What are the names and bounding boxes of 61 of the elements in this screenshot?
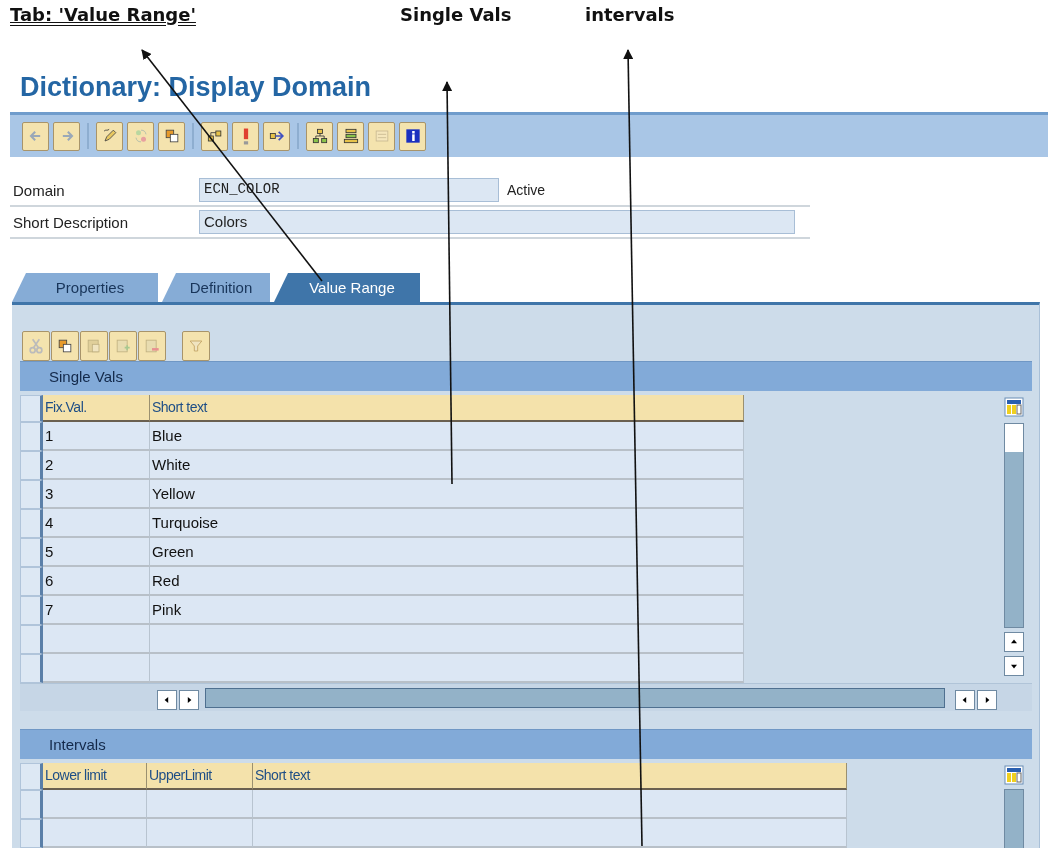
section-header: Single Vals [20,361,1032,391]
annotation-label: intervals [585,4,675,25]
scroll-left-button[interactable] [157,689,177,710]
row-selector[interactable] [20,790,43,819]
scrollbar[interactable] [205,687,945,708]
table-cell: White [150,451,744,480]
toolbar-button[interactable] [306,121,333,151]
row-selector[interactable] [20,395,43,422]
column-settings-icon[interactable] [1004,765,1024,785]
table-cell: 1 [43,422,150,451]
table-cell: 2 [43,451,150,480]
page-title: Dictionary: Display Domain [20,72,373,104]
column-settings-icon[interactable] [1004,397,1024,417]
table-cell: 6 [43,567,150,596]
table-cell: 5 [43,538,150,567]
scissors-icon [26,336,46,356]
scroll-up-button[interactable] [1004,632,1024,652]
table-cell: Yellow [150,480,744,509]
row-selector[interactable] [20,538,43,567]
field-label: Short Description [12,213,130,231]
scrollbar[interactable] [1004,423,1024,628]
row-selector[interactable] [20,567,43,596]
row-selector[interactable] [20,451,43,480]
scroll-right-button[interactable] [179,689,199,710]
row-selector[interactable] [20,509,43,538]
status-text: Active [507,182,546,198]
exclamation-icon [242,127,249,145]
row-selector[interactable] [20,596,43,625]
column-header[interactable]: Fix.Val. [43,395,150,422]
row-selector[interactable] [20,763,43,790]
table-cell: Green [150,538,744,567]
tab[interactable]: Properties [12,273,158,302]
row-selector[interactable] [20,480,43,509]
input-field[interactable]: Colors [199,210,795,234]
row-selector[interactable] [20,654,43,683]
annotation-label: Tab: 'Value Range' [10,4,196,25]
table-cell: Turquoise [150,509,744,538]
column-header[interactable]: Short text [150,395,744,422]
column-header[interactable]: Short text [253,763,847,790]
table-cell: Pink [150,596,744,625]
toolbar-button[interactable] [201,121,228,151]
column-header[interactable]: Lower limit [43,763,147,790]
table-cell: Blue [150,422,744,451]
scroll-right-button[interactable] [977,689,997,710]
tab[interactable]: Definition [162,273,270,302]
row-selector[interactable] [20,819,43,848]
tab[interactable]: Value Range [274,273,420,302]
toolbar-button[interactable] [399,121,426,151]
table-cell: 3 [43,480,150,509]
scrollbar[interactable] [1004,789,1024,848]
table-cell: 4 [43,509,150,538]
table-cell: Red [150,567,744,596]
table-cell: 7 [43,596,150,625]
scroll-down-button[interactable] [1004,656,1024,676]
row-selector[interactable] [20,625,43,654]
scroll-left-button[interactable] [955,689,975,710]
field-label: Domain [12,181,66,199]
annotation-label: Single Vals [400,4,512,25]
row-selector[interactable] [20,422,43,451]
section-header: Intervals [20,729,1032,759]
column-header[interactable]: UpperLimit [147,763,253,790]
